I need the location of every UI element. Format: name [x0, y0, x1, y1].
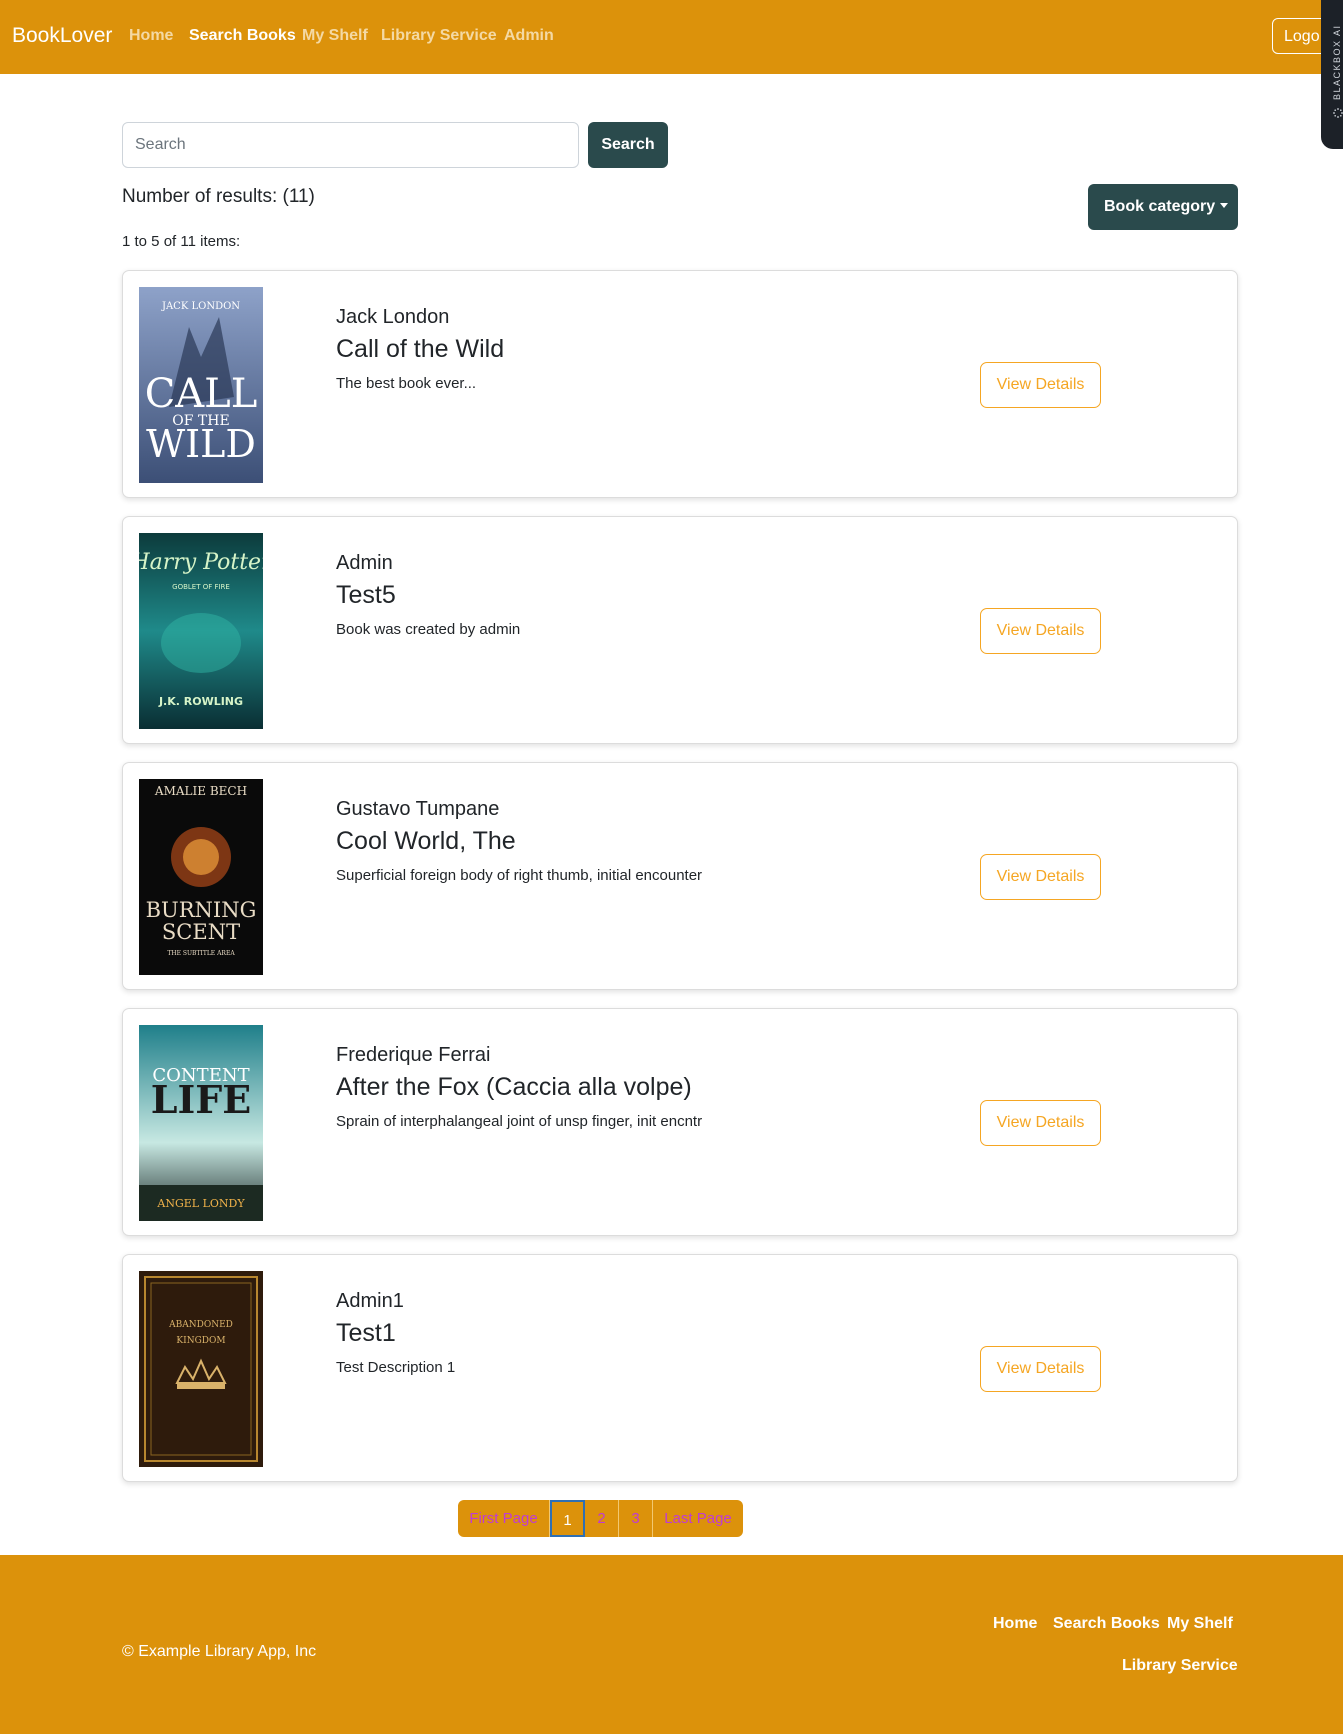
- book-cover-image: Harry Potter GOBLET OF FIRE J.K. ROWLING: [139, 533, 263, 729]
- footer-link-home[interactable]: Home: [993, 1615, 1037, 1633]
- book-author: Jack London: [336, 306, 450, 328]
- svg-text:BURNING: BURNING: [146, 898, 257, 922]
- footer-link-my-shelf[interactable]: My Shelf: [1167, 1615, 1233, 1633]
- book-title: After the Fox (Caccia alla volpe): [336, 1073, 692, 1101]
- nav-link-home[interactable]: Home: [129, 27, 173, 45]
- book-author: Gustavo Tumpane: [336, 798, 500, 820]
- book-cover-image: JACK LONDON CALL OF THE WILD: [139, 287, 263, 483]
- caret-down-icon: [1220, 203, 1229, 208]
- book-description: Sprain of interphalangeal joint of unsp …: [336, 1113, 703, 1130]
- book-title: Cool World, The: [336, 827, 516, 855]
- pagination: First Page 1 2 3 Last Page: [458, 1500, 743, 1537]
- book-title: Test1: [336, 1319, 396, 1347]
- svg-text:SCENT: SCENT: [162, 920, 240, 944]
- view-details-button[interactable]: View Details: [980, 1100, 1101, 1146]
- svg-text:KINGDOM: KINGDOM: [176, 1336, 225, 1346]
- book-description: Superficial foreign body of right thumb,…: [336, 867, 703, 884]
- book-card: ABANDONED KINGDOM Admin1 Test1 Test Desc…: [122, 1254, 1238, 1482]
- brand-logo[interactable]: BookLover: [12, 24, 112, 48]
- svg-text:Harry Potter: Harry Potter: [139, 550, 263, 575]
- search-button[interactable]: Search: [588, 122, 668, 168]
- footer: © Example Library App, Inc Home Search B…: [0, 1555, 1343, 1734]
- book-card: CONTENT LIFE ANGEL LONDY Frederique Ferr…: [122, 1008, 1238, 1236]
- book-category-label: Book category: [1104, 198, 1216, 215]
- book-cover-image: CONTENT LIFE ANGEL LONDY: [139, 1025, 263, 1221]
- svg-text:CALL: CALL: [145, 371, 258, 417]
- side-tab-label: BLACKBOX AI: [1332, 24, 1342, 100]
- sparkle-icon: [1333, 108, 1343, 118]
- book-title: Call of the Wild: [336, 335, 505, 363]
- svg-text:JACK LONDON: JACK LONDON: [161, 301, 240, 312]
- svg-text:ABANDONED: ABANDONED: [168, 1320, 233, 1330]
- nav-link-my-shelf[interactable]: My Shelf: [302, 27, 368, 45]
- svg-text:LIFE: LIFE: [151, 1077, 251, 1122]
- nav-link-admin[interactable]: Admin: [504, 27, 554, 45]
- view-details-button[interactable]: View Details: [980, 608, 1101, 654]
- book-description: The best book ever...: [336, 375, 477, 392]
- view-details-button[interactable]: View Details: [980, 1346, 1101, 1392]
- svg-text:WILD: WILD: [146, 422, 256, 466]
- svg-text:AMALIE BECH: AMALIE BECH: [154, 784, 247, 798]
- nav-link-search-books[interactable]: Search Books: [189, 27, 296, 45]
- book-card: JACK LONDON CALL OF THE WILD Jack London…: [122, 270, 1238, 498]
- book-cover-image: AMALIE BECH BURNING SCENT THE SUBTITLE A…: [139, 779, 263, 975]
- view-details-button[interactable]: View Details: [980, 362, 1101, 408]
- svg-text:THE SUBTITLE AREA: THE SUBTITLE AREA: [167, 950, 235, 957]
- footer-link-library-service[interactable]: Library Service: [1122, 1657, 1238, 1675]
- book-author: Frederique Ferrai: [336, 1044, 491, 1066]
- view-details-button[interactable]: View Details: [980, 854, 1101, 900]
- book-author: Admin: [336, 552, 393, 574]
- search-input[interactable]: [122, 122, 579, 168]
- book-category-dropdown[interactable]: Book category: [1088, 184, 1238, 230]
- top-navbar: BookLover Home Search Books My Shelf Lib…: [0, 0, 1343, 74]
- book-title: Test5: [336, 581, 396, 609]
- results-count: Number of results: (11): [122, 186, 315, 207]
- footer-link-search-books[interactable]: Search Books: [1053, 1615, 1160, 1633]
- book-cover-image: ABANDONED KINGDOM: [139, 1271, 263, 1467]
- pagination-page-2[interactable]: 2: [585, 1500, 619, 1537]
- pagination-page-1[interactable]: 1: [550, 1500, 585, 1537]
- blackbox-side-tab[interactable]: BLACKBOX AI: [1321, 0, 1343, 149]
- book-description: Test Description 1: [336, 1359, 456, 1376]
- book-card: Harry Potter GOBLET OF FIRE J.K. ROWLING…: [122, 516, 1238, 744]
- copyright-text: © Example Library App, Inc: [122, 1643, 317, 1660]
- book-author: Admin1: [336, 1290, 404, 1312]
- svg-text:ANGEL LONDY: ANGEL LONDY: [156, 1197, 245, 1210]
- book-description: Book was created by admin: [336, 621, 521, 638]
- pagination-last-page[interactable]: Last Page: [653, 1500, 743, 1537]
- nav-link-library-service[interactable]: Library Service: [381, 27, 497, 45]
- book-card: AMALIE BECH BURNING SCENT THE SUBTITLE A…: [122, 762, 1238, 990]
- svg-text:GOBLET OF FIRE: GOBLET OF FIRE: [172, 583, 230, 591]
- svg-text:J.K. ROWLING: J.K. ROWLING: [158, 695, 243, 708]
- items-range: 1 to 5 of 11 items:: [122, 233, 241, 250]
- pagination-page-3[interactable]: 3: [619, 1500, 653, 1537]
- pagination-first-page[interactable]: First Page: [458, 1500, 550, 1537]
